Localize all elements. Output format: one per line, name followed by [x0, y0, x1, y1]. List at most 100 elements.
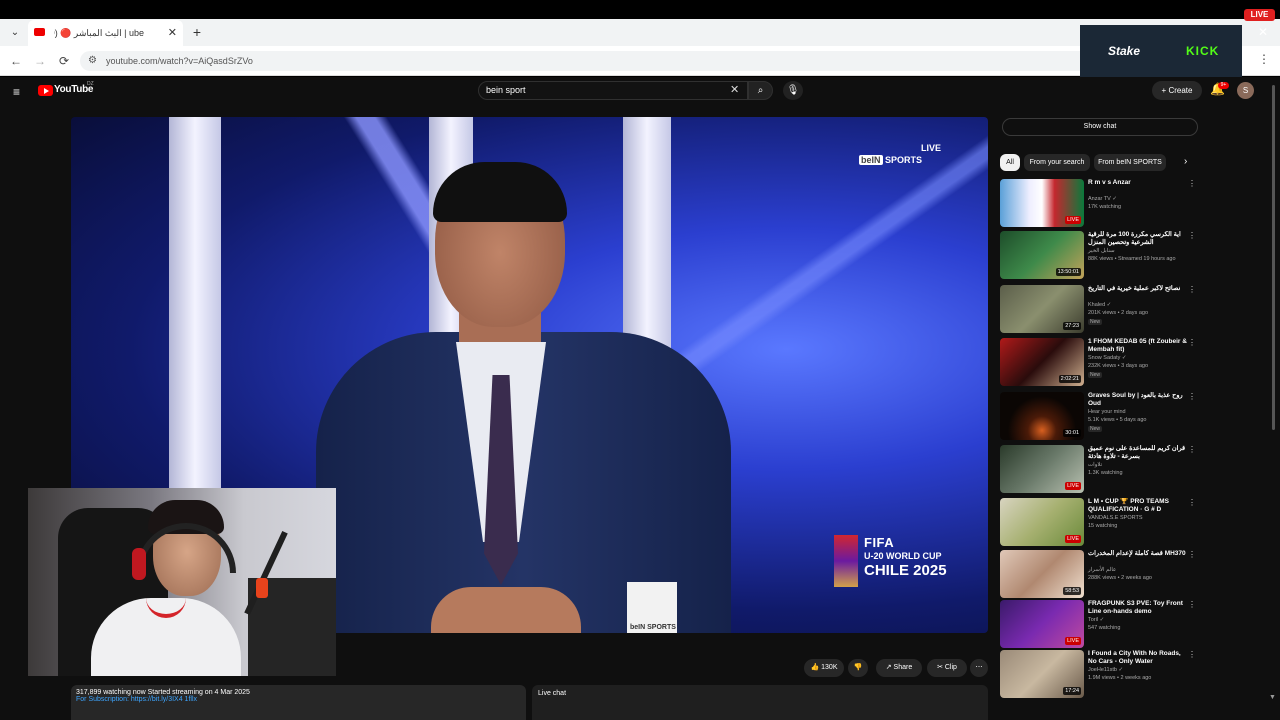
- voice-search-icon[interactable]: 🎙: [783, 81, 803, 100]
- video-meta: 17K watching: [1088, 204, 1122, 210]
- channel-name[interactable]: Hear your mind: [1088, 409, 1126, 415]
- recommended-video[interactable]: 17:24 I Found a City With No Roads, No Ca…: [1000, 650, 1196, 700]
- search-button[interactable]: ⌕: [748, 81, 773, 100]
- video-title[interactable]: نصائح لأكبر عملية خيرية في التاريخ: [1088, 285, 1188, 293]
- video-options-icon[interactable]: ⋮: [1188, 498, 1196, 507]
- video-description-box[interactable]: 317,899 watching now Started streaming o…: [71, 685, 526, 720]
- thumbnail-badge: LIVE: [1065, 535, 1081, 543]
- video-options-icon[interactable]: ⋮: [1188, 285, 1196, 294]
- chip-from-bein-sports[interactable]: From beIN SPORTS: [1094, 154, 1166, 171]
- dislike-button[interactable]: 👎: [848, 659, 868, 677]
- video-thumbnail[interactable]: 17:24: [1000, 650, 1084, 698]
- video-title[interactable]: R m v s Anzar: [1088, 179, 1188, 187]
- channel-name[interactable]: عالم الأسرار: [1088, 567, 1116, 573]
- live-chat-header[interactable]: Live chat: [532, 685, 988, 720]
- video-options-icon[interactable]: ⋮: [1188, 600, 1196, 609]
- url-text: youtube.com/watch?v=AiQasdSrZVo: [106, 56, 253, 66]
- video-thumbnail[interactable]: LIVE: [1000, 445, 1084, 493]
- stake-logo: Stake: [1108, 44, 1141, 58]
- video-thumbnail[interactable]: 58:53: [1000, 550, 1084, 598]
- channel-name[interactable]: Toril ✓: [1088, 617, 1104, 623]
- video-title[interactable]: FRAGPUNK S3 PVE: Toy Front Line on-hands…: [1088, 600, 1188, 616]
- video-options-icon[interactable]: ⋮: [1188, 650, 1196, 659]
- fifa-trophy-icon: [834, 535, 858, 587]
- bein-live-label: LIVE: [920, 143, 941, 153]
- video-options-icon[interactable]: ⋮: [1188, 392, 1196, 401]
- tab-dropdown-button[interactable]: ⌄: [5, 24, 25, 42]
- chip-next-chevron-icon[interactable]: ›: [1184, 156, 1187, 167]
- video-thumbnail[interactable]: 2:02:21: [1000, 338, 1084, 386]
- youtube-play-icon: [38, 85, 53, 96]
- fifa-u20-logo: FIFA U-20 WORLD CUP CHILE 2025: [834, 529, 954, 589]
- video-title[interactable]: I Found a City With No Roads, No Cars - …: [1088, 650, 1188, 666]
- video-title[interactable]: 1 FHOM KEDAB 05 (ft Zoubeir & Membah fit…: [1088, 338, 1188, 354]
- account-avatar[interactable]: S: [1237, 82, 1254, 99]
- video-thumbnail[interactable]: 27:23: [1000, 285, 1084, 333]
- video-options-icon[interactable]: ⋮: [1188, 338, 1196, 347]
- page-scrollbar[interactable]: [1272, 85, 1275, 430]
- recommended-video[interactable]: 2:02:21 1 FHOM KEDAB 05 (ft Zoubeir & Mem…: [1000, 338, 1196, 388]
- new-tab-button[interactable]: +: [189, 24, 205, 40]
- channel-name[interactable]: Anzar TV ✓: [1088, 196, 1117, 202]
- thumbnail-badge: 13:50:01: [1055, 268, 1081, 276]
- bein-logo: beIN SPORTS: [859, 153, 943, 167]
- more-actions-button[interactable]: ⋯: [970, 659, 988, 677]
- video-thumbnail[interactable]: LIVE: [1000, 600, 1084, 648]
- video-options-icon[interactable]: ⋮: [1188, 179, 1196, 188]
- video-options-icon[interactable]: ⋮: [1188, 231, 1196, 240]
- chip-from-your-search[interactable]: From your search: [1024, 154, 1090, 171]
- search-clear-icon[interactable]: ✕: [730, 83, 739, 96]
- bein-sports-watermark: LIVE beIN SPORTS: [859, 143, 943, 168]
- recommended-video[interactable]: LIVE L M • CUP 🏆 PRO TEAMS QUALIFICATION …: [1000, 498, 1196, 548]
- share-button[interactable]: ↗ Share: [876, 659, 922, 677]
- browser-menu-icon[interactable]: ⋮: [1258, 52, 1270, 66]
- description-link[interactable]: For Subscription: https://bit.ly/3IX4 1f…: [76, 696, 521, 703]
- video-options-icon[interactable]: ⋮: [1188, 550, 1196, 559]
- show-chat-button[interactable]: Show chat: [1002, 118, 1198, 136]
- clip-button[interactable]: ✂ Clip: [927, 659, 967, 677]
- channel-name[interactable]: تلاوات: [1088, 462, 1102, 468]
- video-title[interactable]: Graves Soul by | روح عذبة بالعود Oud: [1088, 392, 1188, 408]
- search-input[interactable]: bein sport: [478, 81, 748, 100]
- browser-tab[interactable]: ube | البث المباشر 🔴 (269) ✕: [28, 20, 183, 46]
- new-badge: New: [1088, 426, 1103, 432]
- recommended-video[interactable]: LIVE FRAGPUNK S3 PVE: Toy Front Line on-h…: [1000, 600, 1196, 650]
- scroll-down-arrow-icon[interactable]: ▼: [1269, 694, 1276, 701]
- chip-all[interactable]: All: [1000, 154, 1020, 171]
- thumbnail-badge: 2:02:21: [1058, 375, 1081, 383]
- video-title[interactable]: L M • CUP 🏆 PRO TEAMS QUALIFICATION · G …: [1088, 498, 1188, 514]
- like-button[interactable]: 👍 130K: [804, 659, 844, 677]
- video-title[interactable]: آية الكرسي مكررة 100 مرة للرقية الشرعية …: [1088, 231, 1188, 247]
- channel-name[interactable]: Khaled ✓: [1088, 302, 1111, 308]
- video-options-icon[interactable]: ⋮: [1188, 445, 1196, 454]
- video-thumbnail[interactable]: 13:50:01: [1000, 231, 1084, 279]
- bein-logo-prefix: beIN: [859, 155, 883, 165]
- site-info-icon[interactable]: ⚙: [88, 51, 97, 71]
- streamer-webcam-overlay: [28, 488, 336, 676]
- video-title[interactable]: قصة كاملة لإعدام المخدرات MH370: [1088, 550, 1188, 558]
- reload-button[interactable]: ⟳: [55, 52, 73, 70]
- tab-close-icon[interactable]: ✕: [168, 20, 177, 46]
- fifa-logo-line1: FIFA: [864, 535, 895, 550]
- forward-button[interactable]: →: [31, 52, 49, 70]
- menu-icon[interactable]: ≡: [13, 85, 20, 99]
- video-title[interactable]: قرآن كريم للمساعدة على نوم عميق بسرعة - …: [1088, 445, 1188, 461]
- window-close-icon[interactable]: ✕: [1258, 25, 1268, 39]
- create-button[interactable]: + Create: [1152, 81, 1202, 100]
- channel-name[interactable]: سنابل الخير: [1088, 248, 1115, 254]
- recommended-video[interactable]: 58:53 قصة كاملة لإعدام المخدرات MH370 عالم…: [1000, 550, 1196, 600]
- video-meta: 5.1K views • 5 days ago: [1088, 417, 1147, 423]
- recommended-video[interactable]: 27:23 نصائح لأكبر عملية خيرية في التاريخ K…: [1000, 285, 1196, 335]
- recommended-video[interactable]: 30:01 Graves Soul by | روح عذبة بالعود Ou…: [1000, 392, 1196, 442]
- back-button[interactable]: ←: [7, 52, 25, 70]
- channel-name[interactable]: Snow Sadaty ✓: [1088, 355, 1127, 361]
- channel-name[interactable]: JoeHe11stb ✓: [1088, 667, 1123, 673]
- video-thumbnail[interactable]: LIVE: [1000, 179, 1084, 227]
- video-thumbnail[interactable]: 30:01: [1000, 392, 1084, 440]
- channel-name[interactable]: VANDALS.E SPORTS: [1088, 515, 1143, 521]
- video-thumbnail[interactable]: LIVE: [1000, 498, 1084, 546]
- recommended-video[interactable]: LIVE R m v s Anzar Anzar TV ✓ 17K watching ⋮: [1000, 179, 1196, 229]
- recommended-video[interactable]: LIVE قرآن كريم للمساعدة على نوم عميق بسرع…: [1000, 445, 1196, 495]
- url-field[interactable]: ⚙ youtube.com/watch?v=AiQasdSrZVo: [80, 51, 1240, 71]
- recommended-video[interactable]: 13:50:01 آية الكرسي مكررة 100 مرة للرقية …: [1000, 231, 1196, 281]
